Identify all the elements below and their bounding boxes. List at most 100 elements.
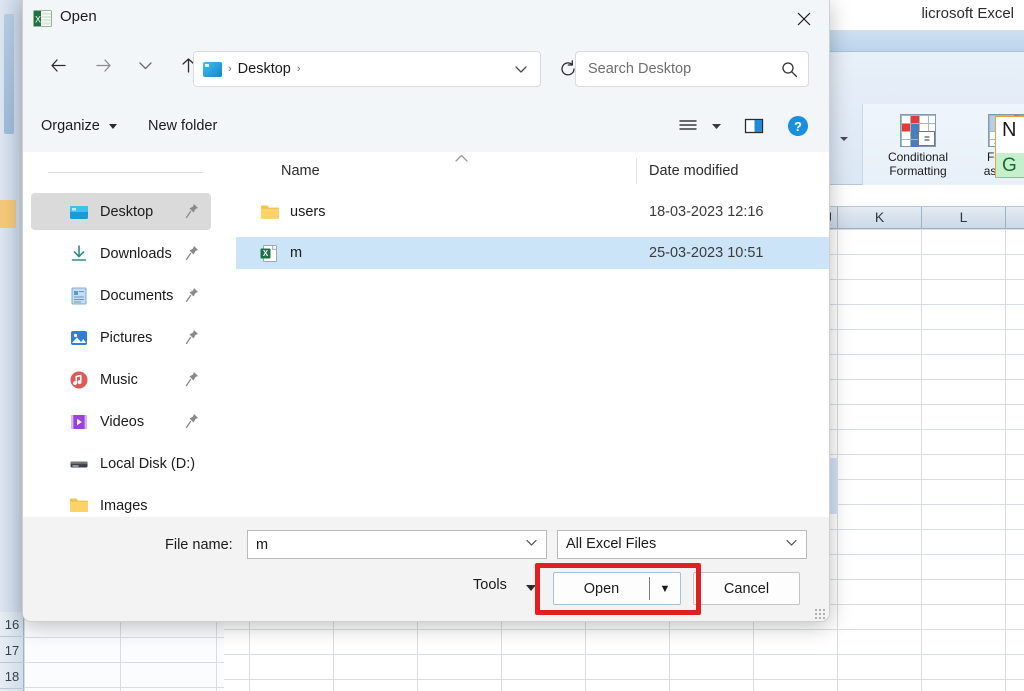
search-input[interactable] <box>586 52 776 86</box>
file-name-input[interactable] <box>254 531 522 558</box>
excel-window-title: licrosoft Excel <box>921 5 1014 22</box>
file-type-combobox[interactable]: All Excel Files <box>557 530 807 559</box>
excel-column-header-K[interactable]: K <box>838 207 922 228</box>
cancel-button[interactable]: Cancel <box>693 572 800 605</box>
address-chevron-down-icon[interactable] <box>514 62 528 76</box>
sidebar-item-label: Images <box>100 497 148 514</box>
document-icon <box>69 286 89 306</box>
file-list-pane: Name Date modified users 18-03-2023 12:1… <box>236 152 829 517</box>
excel-column-header-L[interactable]: L <box>922 207 1006 228</box>
address-bar[interactable]: › Desktop › <box>193 51 541 87</box>
excel-file-icon: X <box>260 244 280 263</box>
pin-icon[interactable] <box>185 203 199 219</box>
breadcrumb-desktop[interactable]: Desktop <box>238 61 291 77</box>
search-box[interactable] <box>575 51 809 87</box>
open-dropdown-chevron-down-icon[interactable]: ▼ <box>650 583 680 595</box>
conditional-formatting-button[interactable]: ≣ Conditional Formatting <box>871 114 965 178</box>
open-button[interactable]: Open ▼ <box>553 572 681 605</box>
file-name-chevron-down-icon[interactable] <box>525 536 538 549</box>
picture-icon <box>69 328 89 348</box>
file-name-combobox[interactable] <box>247 530 547 559</box>
video-icon <box>69 412 89 432</box>
close-icon[interactable] <box>783 2 825 36</box>
pin-icon[interactable] <box>185 287 199 303</box>
sidebar-item-desktop[interactable]: Desktop <box>31 193 211 230</box>
tools-button[interactable]: Tools <box>473 577 507 602</box>
pin-icon[interactable] <box>185 371 199 387</box>
sidebar-item-label: Documents <box>100 287 174 304</box>
conditional-formatting-icon: ≣ <box>900 114 936 147</box>
sidebar-item-documents[interactable]: Documents <box>31 277 211 314</box>
sidebar-item-label: Downloads <box>100 245 172 262</box>
recent-locations-chevron-down-icon[interactable] <box>128 48 162 82</box>
conditional-formatting-badge-icon: ≣ <box>918 131 935 146</box>
sidebar-item-music[interactable]: Music <box>31 361 211 398</box>
open-file-dialog: X Open › Desktop › Search Desktop Organi… <box>22 0 830 622</box>
folder-icon <box>260 203 280 222</box>
conditional-formatting-label-1: Conditional <box>887 150 949 164</box>
desktop-icon <box>203 61 222 77</box>
column-header-name[interactable]: Name <box>281 152 320 190</box>
cell-style-gallery-item[interactable]: N G <box>995 116 1024 178</box>
table-row[interactable]: users 18-03-2023 12:16 <box>236 196 829 228</box>
sidebar-item-local-disk-d[interactable]: Local Disk (D:) <box>31 445 211 482</box>
desktop-icon <box>69 202 89 222</box>
open-button-label: Open <box>583 580 620 597</box>
cell-style-normal-label: N <box>1002 119 1017 141</box>
sidebar-item-label: Pictures <box>100 329 153 346</box>
excel-worksheet-cells-bottom-left[interactable] <box>24 612 224 691</box>
dialog-body: Desktop Downloads Documents Pictures Mus… <box>23 152 829 517</box>
navigation-pane: Desktop Downloads Documents Pictures Mus… <box>23 152 219 517</box>
new-folder-label: New folder <box>148 118 218 134</box>
excel-left-edge-strip <box>0 0 22 612</box>
sidebar-item-downloads[interactable]: Downloads <box>31 235 211 272</box>
search-icon[interactable] <box>781 61 798 78</box>
file-type-chevron-down-icon[interactable] <box>785 536 798 549</box>
sidebar-item-images[interactable]: Images <box>31 487 211 517</box>
file-type-value: All Excel Files <box>566 536 657 552</box>
disk-icon <box>69 454 89 474</box>
sidebar-item-label: Music <box>100 371 138 388</box>
sidebar-item-pictures[interactable]: Pictures <box>31 319 211 356</box>
excel-row-header-column: 16 17 18 <box>0 612 24 691</box>
sidebar-item-videos[interactable]: Videos <box>31 403 211 440</box>
excel-left-accent-bar <box>4 14 14 134</box>
help-icon[interactable]: ? <box>783 112 813 140</box>
arrow-right-icon[interactable] <box>86 48 120 82</box>
pin-icon[interactable] <box>185 245 199 261</box>
organize-button[interactable]: Organize <box>41 114 117 138</box>
excel-row-header-16[interactable]: 16 <box>0 612 24 637</box>
excel-row-header-18[interactable]: 18 <box>0 664 24 689</box>
navigation-pane-divider <box>48 172 203 173</box>
column-header-date-modified[interactable]: Date modified <box>649 152 738 190</box>
cell-style-good-label: G <box>1002 155 1017 176</box>
dialog-footer: File name: All Excel Files Tools <box>23 517 829 621</box>
table-row[interactable]: X m 25-03-2023 10:51 <box>236 237 829 269</box>
cancel-button-label: Cancel <box>723 580 770 597</box>
view-options-chevron-down-icon[interactable] <box>701 112 731 140</box>
svg-text:X: X <box>35 15 41 25</box>
arrow-left-icon[interactable] <box>41 48 75 82</box>
breadcrumb-separator-2: › <box>296 63 301 75</box>
organize-chevron-down-icon <box>108 123 117 129</box>
pin-icon[interactable] <box>185 329 199 345</box>
file-name-cell: m <box>290 245 303 261</box>
conditional-formatting-label-2: Formatting <box>889 164 947 178</box>
number-format-caret-icon[interactable] <box>840 137 848 141</box>
file-name-label: File name: <box>165 537 233 553</box>
download-icon <box>69 244 89 264</box>
excel-row-header-17[interactable]: 17 <box>0 638 24 663</box>
pin-icon[interactable] <box>185 413 199 429</box>
file-date-cell: 25-03-2023 10:51 <box>649 245 764 261</box>
tools-chevron-down-icon[interactable] <box>526 585 536 591</box>
dialog-title: Open <box>60 8 97 25</box>
column-divider[interactable] <box>636 158 637 184</box>
sort-ascending-icon <box>454 153 469 164</box>
excel-file-icon: X <box>33 9 52 28</box>
file-date-cell: 18-03-2023 12:16 <box>649 204 764 220</box>
resize-grip[interactable] <box>814 608 825 619</box>
file-name-cell: users <box>290 204 326 220</box>
new-folder-button[interactable]: New folder <box>148 114 217 138</box>
preview-pane-icon[interactable] <box>739 112 769 140</box>
list-view-icon[interactable] <box>673 112 703 140</box>
